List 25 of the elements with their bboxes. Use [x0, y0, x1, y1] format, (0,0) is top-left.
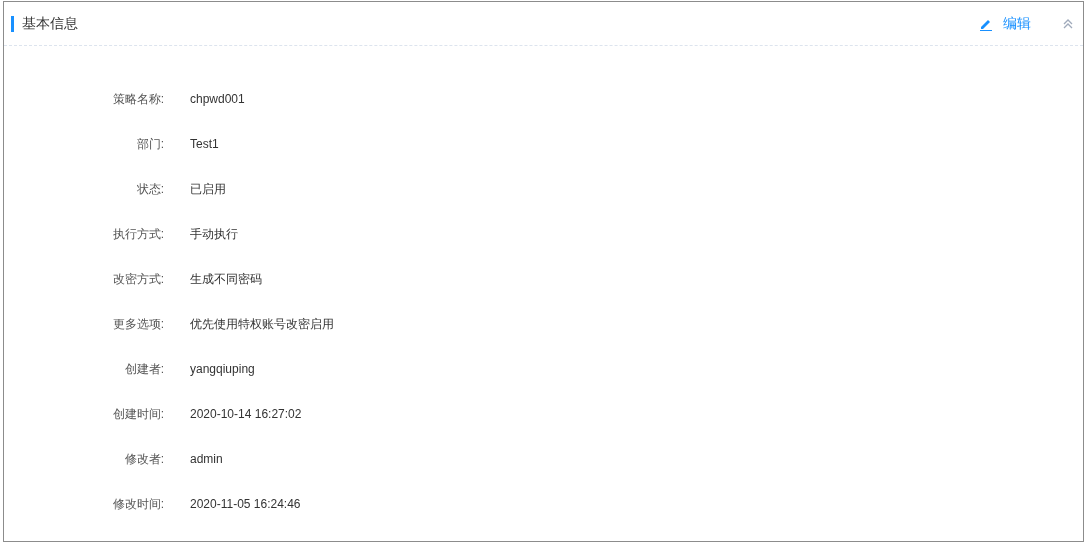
field-label: 创建时间:	[111, 405, 164, 423]
field-label: 修改时间:	[111, 495, 164, 513]
section-title: 基本信息	[22, 14, 78, 33]
edit-button[interactable]: 编辑	[979, 13, 1031, 34]
field-value: chpwd001	[190, 90, 245, 108]
field-value: 2020-11-05 16:24:46	[190, 495, 301, 513]
field-label: 状态:	[135, 180, 164, 198]
field-value: yangqiuping	[190, 360, 255, 378]
field-label: 策略名称:	[111, 90, 164, 108]
field-label: 改密方式:	[111, 270, 164, 288]
accent-bar	[11, 15, 14, 32]
field-value: Test1	[190, 135, 219, 153]
field-value: 已启用	[190, 180, 226, 198]
collapse-button[interactable]	[1063, 18, 1073, 29]
field-value: 2020-10-14 16:27:02	[190, 405, 302, 423]
field-value: 优先使用特权账号改密启用	[190, 315, 334, 333]
field-label: 修改者:	[123, 450, 164, 468]
field-value: admin	[190, 450, 223, 468]
field-label: 执行方式:	[111, 225, 164, 243]
field-label: 部门:	[135, 135, 164, 153]
field-label: 更多选项:	[111, 315, 164, 333]
field-value: 生成不同密码	[190, 270, 262, 288]
field-label: 创建者:	[123, 360, 164, 378]
field-value: 手动执行	[190, 225, 238, 243]
chevron-icon	[1063, 18, 1073, 29]
